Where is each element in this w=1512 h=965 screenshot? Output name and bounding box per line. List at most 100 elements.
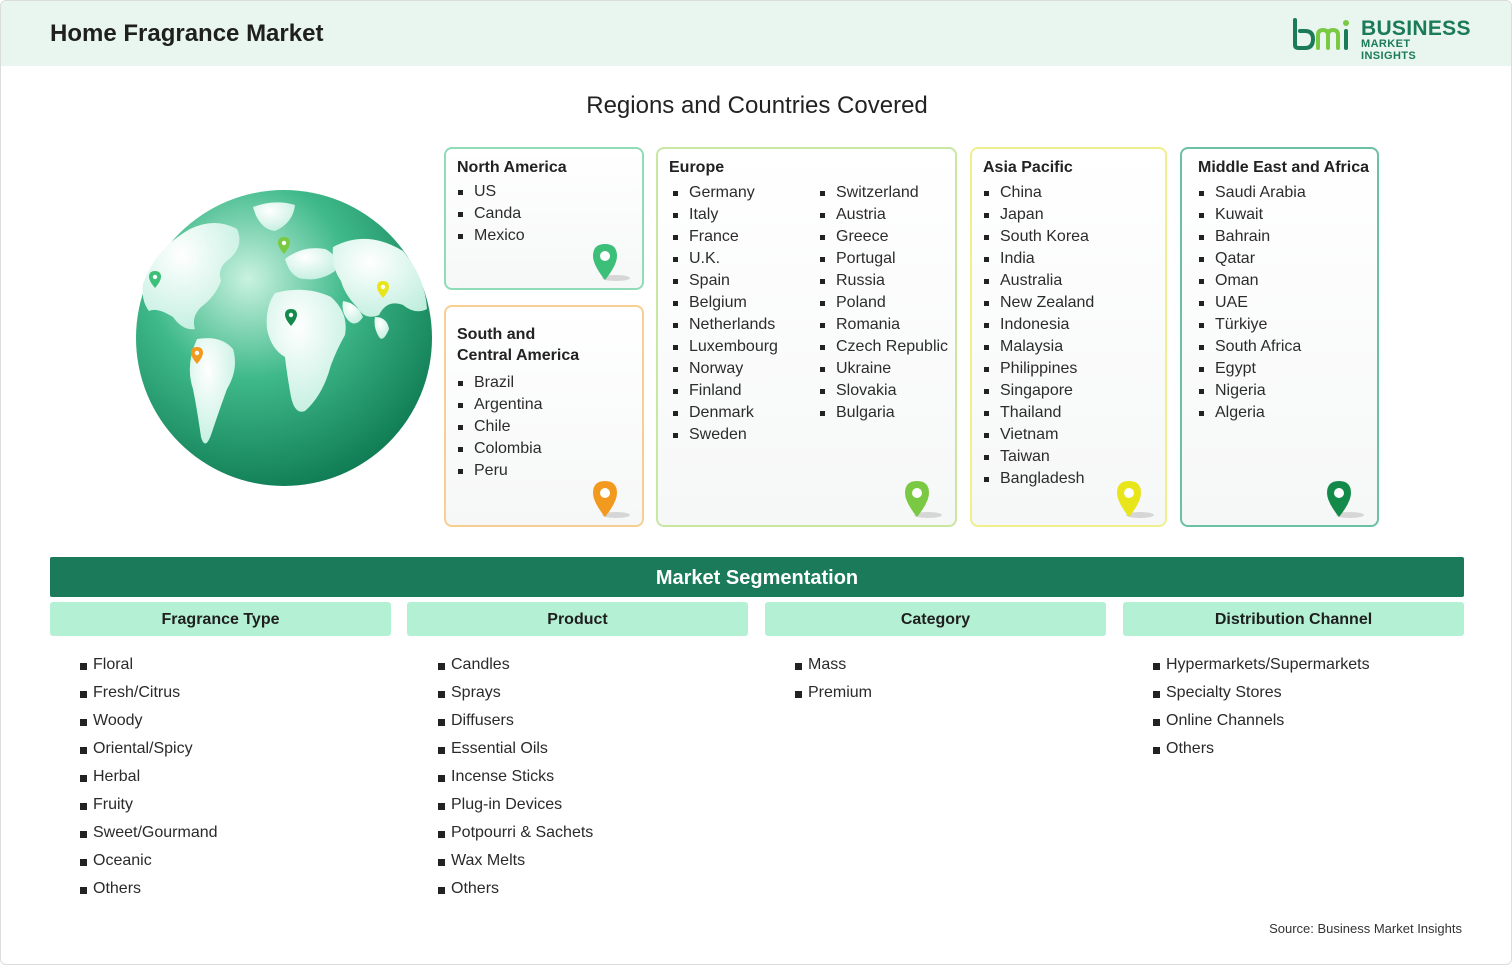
location-pin-icon — [593, 481, 630, 518]
country-item: Japan — [983, 204, 1094, 226]
segment-list-distribution-channel: Hypermarkets/Supermarkets Specialty Stor… — [1153, 654, 1370, 766]
country-item: Spain — [672, 270, 778, 292]
country-item: Algeria — [1198, 402, 1306, 424]
segment-item: Fresh/Citrus — [80, 682, 218, 710]
country-list: Saudi Arabia Kuwait Bahrain Qatar Oman U… — [1198, 182, 1306, 424]
country-item: Norway — [672, 358, 778, 380]
segment-item: Specialty Stores — [1153, 682, 1370, 710]
country-item: Vietnam — [983, 424, 1094, 446]
country-item: Philippines — [983, 358, 1094, 380]
region-title-line2: Central America — [457, 347, 580, 364]
country-item: US — [457, 181, 525, 203]
country-item: Australia — [983, 270, 1094, 292]
segment-item: Others — [438, 878, 593, 906]
country-item: Slovakia — [819, 380, 948, 402]
segment-item: Oceanic — [80, 850, 218, 878]
country-item: Germany — [672, 182, 778, 204]
region-card-south-central-america: South and Central America Brazil Argenti… — [444, 305, 644, 527]
region-title: North America — [457, 159, 567, 176]
country-item: Portugal — [819, 248, 948, 270]
region-title: Middle East and Africa — [1198, 159, 1369, 176]
segment-item: Hypermarkets/Supermarkets — [1153, 654, 1370, 682]
country-item: Peru — [457, 460, 543, 482]
segment-header-category: Category — [765, 602, 1106, 636]
region-card-europe: Europe Germany Italy France U.K. Spain B… — [656, 147, 957, 527]
bmi-logo-icon — [1293, 18, 1349, 50]
country-list: China Japan South Korea India Australia … — [983, 182, 1094, 490]
location-pin-icon — [905, 481, 942, 518]
country-list-col2: Switzerland Austria Greece Portugal Russ… — [819, 182, 948, 424]
segment-item: Floral — [80, 654, 218, 682]
segment-item: Others — [1153, 738, 1370, 766]
country-item: Bahrain — [1198, 226, 1306, 248]
country-item: Indonesia — [983, 314, 1094, 336]
page-header: Home Fragrance Market BUSINESS MARKET IN… — [1, 1, 1511, 66]
country-item: Thailand — [983, 402, 1094, 424]
region-title-line1: South and — [457, 326, 536, 343]
country-item: Taiwan — [983, 446, 1094, 468]
segment-item: Incense Sticks — [438, 766, 593, 794]
country-item: U.K. — [672, 248, 778, 270]
country-item: Brazil — [457, 372, 543, 394]
country-item: Malaysia — [983, 336, 1094, 358]
country-item: Nigeria — [1198, 380, 1306, 402]
country-item: Poland — [819, 292, 948, 314]
segment-list-fragrance-type: Floral Fresh/Citrus Woody Oriental/Spicy… — [80, 654, 218, 906]
country-item: Saudi Arabia — [1198, 182, 1306, 204]
country-item: Mexico — [457, 225, 525, 247]
segment-item: Herbal — [80, 766, 218, 794]
page-frame: Home Fragrance Market BUSINESS MARKET IN… — [0, 0, 1512, 965]
segment-header-product: Product — [407, 602, 748, 636]
country-item: Egypt — [1198, 358, 1306, 380]
country-item: Canda — [457, 203, 525, 225]
country-item: Singapore — [983, 380, 1094, 402]
segment-item: Wax Melts — [438, 850, 593, 878]
country-item: Ukraine — [819, 358, 948, 380]
regions-title: Regions and Countries Covered — [586, 92, 928, 119]
country-item: Sweden — [672, 424, 778, 446]
segment-item: Others — [80, 878, 218, 906]
country-item: Czech Republic — [819, 336, 948, 358]
country-item: Austria — [819, 204, 948, 226]
country-item: New Zealand — [983, 292, 1094, 314]
country-item: South Korea — [983, 226, 1094, 248]
country-item: India — [983, 248, 1094, 270]
country-item: Greece — [819, 226, 948, 248]
segment-list-product: Candles Sprays Diffusers Essential Oils … — [438, 654, 593, 906]
region-card-asia-pacific: Asia Pacific China Japan South Korea Ind… — [970, 147, 1167, 527]
country-item: Kuwait — [1198, 204, 1306, 226]
country-list-col1: Germany Italy France U.K. Spain Belgium … — [672, 182, 778, 446]
country-item: Switzerland — [819, 182, 948, 204]
segment-item: Mass — [795, 654, 872, 682]
country-item: Colombia — [457, 438, 543, 460]
country-list: Brazil Argentina Chile Colombia Peru — [457, 372, 543, 482]
country-item: Finland — [672, 380, 778, 402]
globe-icon — [136, 190, 432, 486]
segment-item: Woody — [80, 710, 218, 738]
country-item: Türkiye — [1198, 314, 1306, 336]
country-item: Russia — [819, 270, 948, 292]
country-item: Luxembourg — [672, 336, 778, 358]
country-item: South Africa — [1198, 336, 1306, 358]
source-note: Source: Business Market Insights — [1269, 921, 1462, 936]
segment-item: Premium — [795, 682, 872, 710]
segment-list-category: Mass Premium — [795, 654, 872, 710]
segment-item: Diffusers — [438, 710, 593, 738]
logo-text-market-insights: MARKET INSIGHTS — [1361, 38, 1417, 62]
country-item: France — [672, 226, 778, 248]
country-item: Belgium — [672, 292, 778, 314]
page-title: Home Fragrance Market — [50, 20, 324, 47]
segment-item: Oriental/Spicy — [80, 738, 218, 766]
region-card-middle-east-africa: Middle East and Africa Saudi Arabia Kuwa… — [1180, 147, 1379, 527]
region-title: Europe — [669, 159, 725, 176]
segment-header-fragrance-type: Fragrance Type — [50, 602, 391, 636]
region-title: Asia Pacific — [983, 159, 1073, 176]
country-item: Chile — [457, 416, 543, 438]
segment-item: Candles — [438, 654, 593, 682]
country-item: Romania — [819, 314, 948, 336]
country-item: Italy — [672, 204, 778, 226]
bmi-logo: BUSINESS MARKET INSIGHTS — [1291, 17, 1470, 62]
segment-item: Essential Oils — [438, 738, 593, 766]
location-pin-icon — [1327, 481, 1364, 518]
location-pin-icon — [1117, 481, 1154, 518]
